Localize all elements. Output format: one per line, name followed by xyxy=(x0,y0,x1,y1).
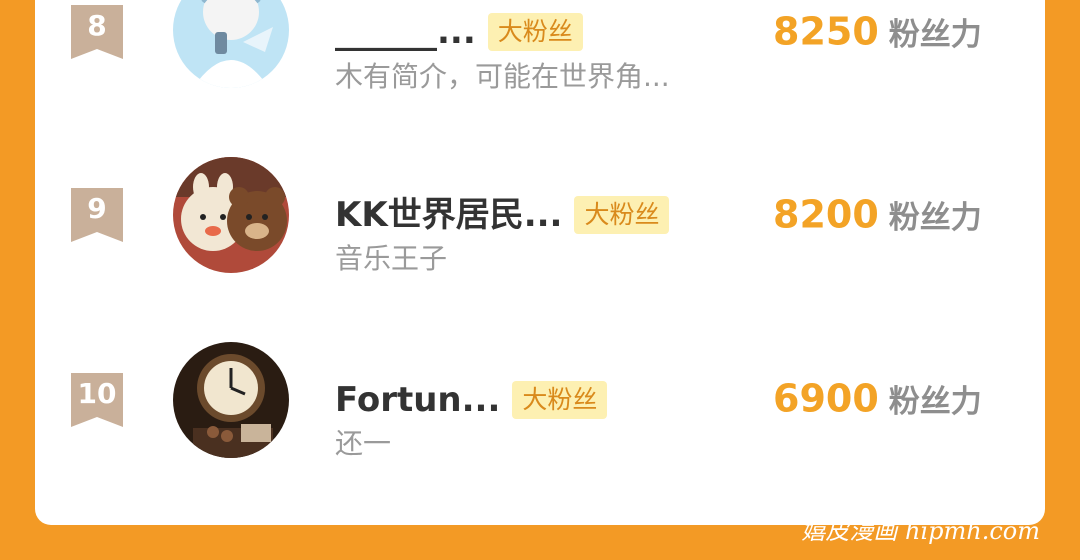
user-name-line: Fortun... 大粉丝 xyxy=(335,380,608,420)
user-name[interactable]: KK世界居民... xyxy=(335,195,562,235)
fan-power-score: 6900 粉丝力 xyxy=(773,376,982,421)
fan-ranking-card: 8 ______... 大粉丝 木有简介，可能在世界角... 8250 粉丝力 9 xyxy=(35,0,1045,525)
fan-level-badge: 大粉丝 xyxy=(574,196,670,234)
avatar[interactable] xyxy=(173,0,289,88)
rank-number: 9 xyxy=(87,192,107,225)
ranking-row[interactable]: 8 ______... 大粉丝 木有简介，可能在世界角... 8250 粉丝力 xyxy=(35,0,1045,100)
user-name-line: KK世界居民... 大粉丝 xyxy=(335,195,670,235)
rank-ribbon-icon: 9 xyxy=(71,188,123,242)
avatar[interactable] xyxy=(173,157,289,273)
user-intro: 还一 xyxy=(335,427,392,460)
fan-level-badge: 大粉丝 xyxy=(487,13,583,51)
ranking-row[interactable]: 9 KK世界居民... 大粉丝 音乐王子 8200 粉丝力 xyxy=(35,145,1045,285)
score-value: 8200 xyxy=(773,192,879,237)
user-name[interactable]: Fortun... xyxy=(335,380,500,420)
user-intro: 音乐王子 xyxy=(335,242,448,275)
ranking-row[interactable]: 10 Fortun... 大粉丝 还一 6900 粉丝力 xyxy=(35,330,1045,470)
user-name[interactable]: ______... xyxy=(335,12,476,52)
rank-ribbon-icon: 10 xyxy=(71,373,123,427)
user-intro: 木有简介，可能在世界角... xyxy=(335,60,670,93)
fan-power-score: 8200 粉丝力 xyxy=(773,192,982,237)
rank-number: 10 xyxy=(77,377,117,410)
site-watermark: 嬉皮漫画 hipmh.com xyxy=(801,517,1040,545)
fan-level-badge: 大粉丝 xyxy=(512,381,608,419)
score-unit: 粉丝力 xyxy=(888,384,982,420)
rank-ribbon-icon: 8 xyxy=(71,5,123,59)
score-value: 8250 xyxy=(773,9,879,54)
user-name-line: ______... 大粉丝 xyxy=(335,12,583,52)
avatar[interactable] xyxy=(173,342,289,458)
score-unit: 粉丝力 xyxy=(888,200,982,236)
score-value: 6900 xyxy=(773,376,879,421)
rank-number: 8 xyxy=(87,9,107,42)
fan-power-score: 8250 粉丝力 xyxy=(773,9,982,54)
score-unit: 粉丝力 xyxy=(888,17,982,53)
